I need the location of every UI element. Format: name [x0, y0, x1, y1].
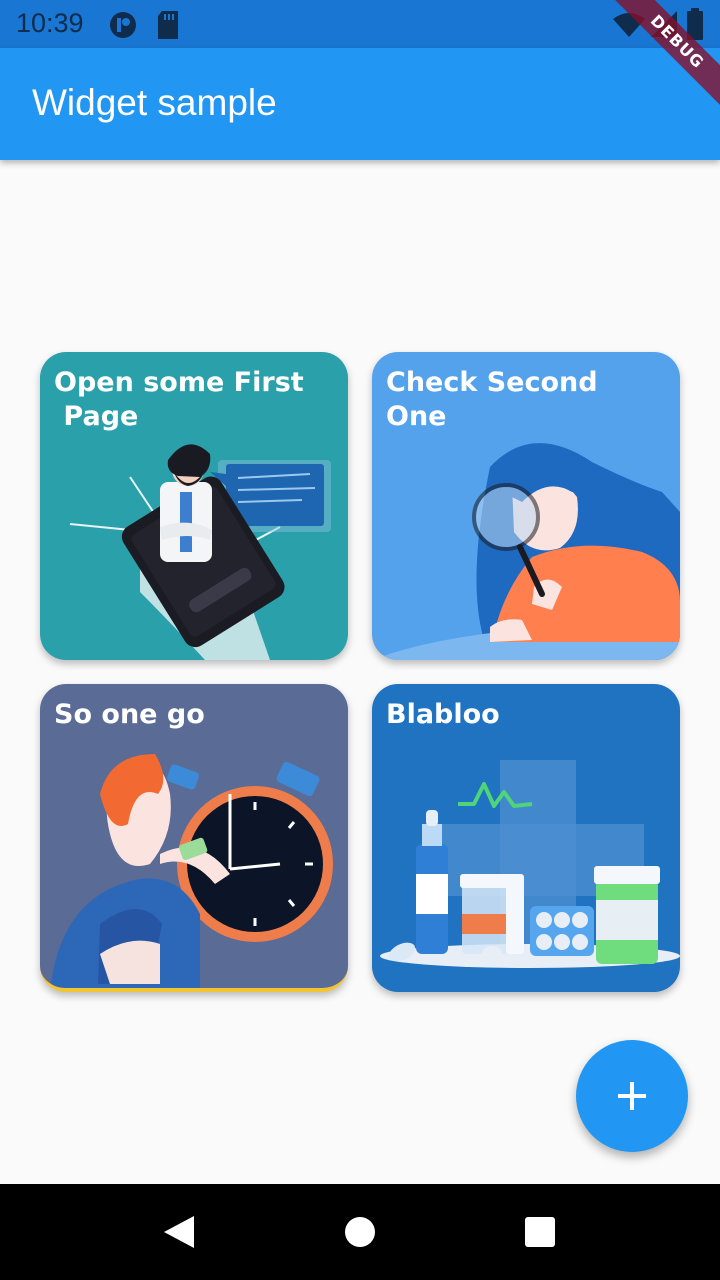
plus-icon: [618, 1082, 646, 1110]
sd-card-icon: [158, 11, 178, 39]
card-so-one-go[interactable]: So one go: [40, 684, 348, 992]
navigation-bar: [0, 1184, 720, 1280]
card-title: Open some First Page: [54, 367, 304, 432]
card-check-second-one[interactable]: Check Second One: [372, 352, 680, 660]
app-bar: Widget sample: [0, 48, 720, 160]
home-icon[interactable]: [344, 1216, 376, 1248]
app-notification-icon: [110, 12, 136, 38]
card-open-first-page[interactable]: Open some First Page: [40, 352, 348, 660]
card-blabloo[interactable]: Blabloo: [372, 684, 680, 992]
status-bar: 10:39: [0, 0, 720, 48]
back-icon[interactable]: [162, 1214, 196, 1250]
recents-icon[interactable]: [524, 1216, 556, 1248]
page-title: Widget sample: [32, 82, 277, 123]
card-title: So one go: [54, 699, 205, 730]
status-time: 10:39: [16, 8, 84, 38]
card-title: Blabloo: [386, 699, 500, 730]
add-button[interactable]: [576, 1040, 688, 1152]
card-title: Check Second One: [386, 367, 607, 432]
